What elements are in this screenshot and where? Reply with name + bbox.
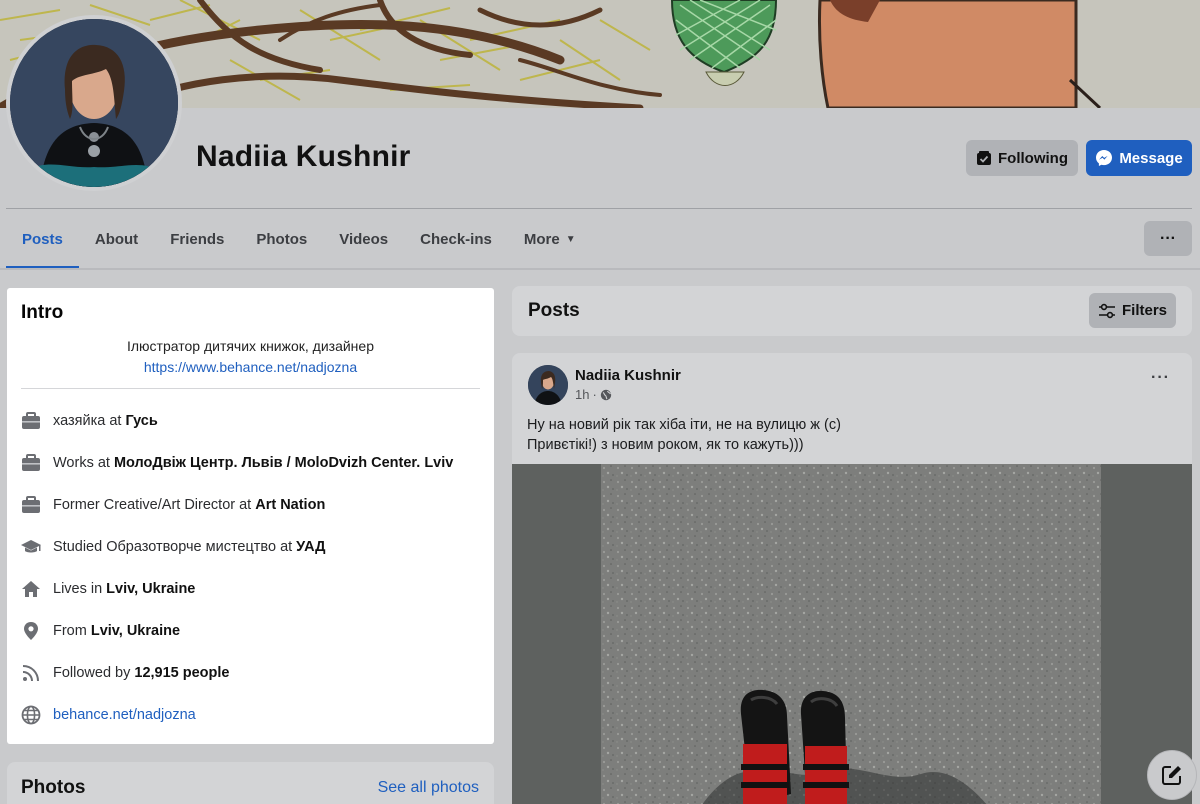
tab-more[interactable]: More ▼ (508, 210, 592, 268)
intro-item-value[interactable]: 12,915 people (134, 665, 229, 681)
filters-button[interactable]: Filters (1089, 293, 1176, 328)
briefcase-icon (21, 495, 41, 515)
graduation-cap-icon (21, 537, 41, 557)
filters-sliders-icon (1098, 303, 1115, 318)
intro-bio-link[interactable]: https://www.behance.net/nadjozna (7, 359, 494, 375)
following-check-icon (977, 151, 991, 165)
intro-item-prefix: Lives in (53, 581, 103, 597)
header-divider (6, 208, 1192, 209)
message-label: Message (1119, 149, 1183, 167)
photos-card: Photos See all photos (7, 762, 494, 804)
intro-item-value[interactable]: МолоДвіж Центр. Львів / MoloDvizh Center… (114, 455, 453, 471)
tabs-bottom-border (0, 268, 1200, 270)
intro-item-prefix: Former Creative/Art Director at (53, 497, 252, 513)
profile-more-button[interactable]: ··· (1144, 221, 1192, 256)
intro-divider (21, 388, 480, 389)
intro-item-prefix: Works at (53, 455, 110, 471)
intro-item-value[interactable]: УАД (296, 539, 325, 555)
website-link[interactable]: behance.net/nadjozna (53, 707, 196, 723)
tab-about-label: About (94, 230, 139, 248)
intro-item-workplace: Works at МолоДвіж Центр. Львів / MoloDvi… (21, 451, 453, 475)
profile-name: Nadiia Kushnir (196, 140, 411, 173)
intro-item-education: Studied Образотворче мистецтво at УАД (21, 535, 325, 559)
post-meta-separator: · (592, 387, 597, 402)
intro-item-workplace: хазяйка at Гусь (21, 409, 158, 433)
post-author-avatar[interactable] (528, 365, 568, 405)
intro-item-website: behance.net/nadjozna (21, 703, 196, 727)
intro-item-former-workplace: Former Creative/Art Director at Art Nati… (21, 493, 325, 517)
post-image[interactable] (512, 464, 1192, 804)
intro-item-prefix: Followed by (53, 665, 131, 681)
intro-item-value[interactable]: Art Nation (255, 497, 325, 513)
intro-title: Intro (21, 302, 64, 323)
tab-more-label: More (523, 230, 560, 248)
profile-avatar[interactable] (6, 15, 182, 191)
intro-item-value[interactable]: Lviv, Ukraine (91, 623, 180, 639)
home-icon (21, 579, 41, 599)
tab-about[interactable]: About (79, 210, 154, 268)
post-text: Ну на новий рік так хіба іти, не на вули… (527, 415, 841, 455)
tab-check-ins-label: Check-ins (420, 230, 492, 248)
posts-header-card: Posts Filters (512, 286, 1192, 336)
see-all-photos-link[interactable]: See all photos (378, 779, 479, 797)
globe-icon (21, 705, 41, 725)
message-button[interactable]: Message (1086, 140, 1192, 176)
tab-photos[interactable]: Photos (240, 210, 323, 268)
photos-title: Photos (21, 777, 86, 798)
tab-posts[interactable]: Posts (6, 210, 79, 269)
post-meta: 1h · (575, 387, 612, 402)
messenger-icon (1096, 150, 1113, 166)
intro-item-value[interactable]: Lviv, Ukraine (106, 581, 195, 597)
tab-posts-label: Posts (22, 230, 63, 248)
rss-icon (21, 663, 41, 683)
tab-check-ins[interactable]: Check-ins (404, 210, 508, 268)
new-message-button[interactable] (1147, 750, 1197, 800)
intro-item-prefix: From (53, 623, 87, 639)
post-text-line: Ну на новий рік так хіба іти, не на вули… (527, 417, 841, 433)
briefcase-icon (21, 453, 41, 473)
post-options-button[interactable]: ··· (1151, 369, 1170, 387)
briefcase-icon (21, 411, 41, 431)
post-time[interactable]: 1h (575, 387, 589, 402)
caret-down-icon: ▼ (565, 233, 576, 245)
filters-label: Filters (1121, 302, 1167, 319)
profile-photo (10, 19, 178, 187)
intro-item-lives-in: Lives in Lviv, Ukraine (21, 577, 195, 601)
posts-title: Posts (528, 300, 580, 321)
tab-videos[interactable]: Videos (323, 210, 404, 268)
intro-item-followers: Followed by 12,915 people (21, 661, 229, 685)
following-button[interactable]: Following (966, 140, 1078, 176)
more-dots-icon: ··· (1160, 229, 1176, 247)
tab-friends-label: Friends (170, 230, 225, 248)
post-card: Nadiia Kushnir 1h · ··· Ну на новий рік … (512, 353, 1192, 804)
location-pin-icon (21, 621, 41, 641)
profile-tabs: Posts About Friends Photos Videos Check-… (6, 210, 592, 270)
following-label: Following (998, 149, 1068, 167)
intro-bio: Ілюстратор дитячих книжок, дизайнер (127, 338, 374, 354)
tab-photos-label: Photos (256, 230, 308, 248)
intro-item-prefix: Studied Образотворче мистецтво at (53, 539, 293, 555)
tab-videos-label: Videos (339, 230, 389, 248)
tab-friends[interactable]: Friends (154, 210, 240, 268)
intro-card: Intro Ілюстратор дитячих книжок, дизайне… (7, 288, 494, 744)
post-author-name[interactable]: Nadiia Kushnir (575, 367, 681, 384)
intro-item-from: From Lviv, Ukraine (21, 619, 180, 643)
post-photo (601, 464, 1101, 804)
public-globe-icon (600, 389, 612, 400)
intro-item-value[interactable]: Гусь (125, 413, 157, 429)
intro-item-prefix: хазяйка at (53, 413, 122, 429)
post-text-line: Привєтікі!) з новим роком, як то кажуть)… (527, 437, 804, 453)
compose-icon (1162, 766, 1181, 785)
